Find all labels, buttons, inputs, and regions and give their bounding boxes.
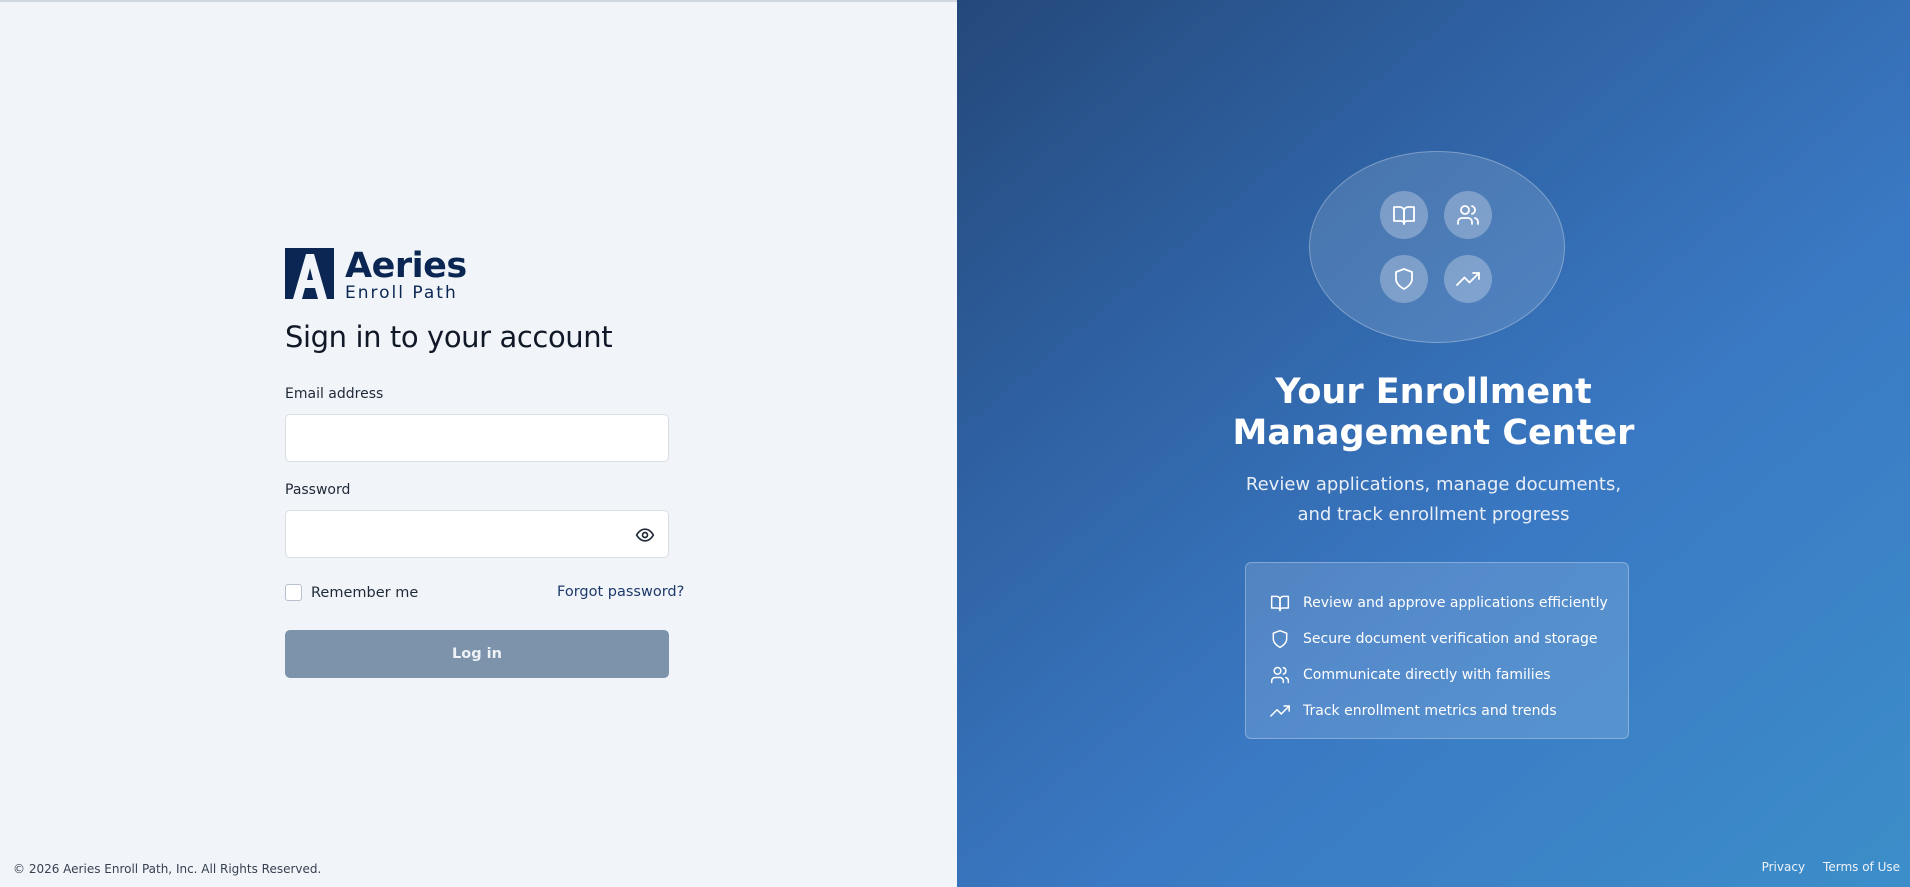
brand-name: Aeries xyxy=(345,246,467,286)
hero-title-line-1: Your Enrollment xyxy=(1275,372,1592,412)
info-panel: Your Enrollment Management Center Review… xyxy=(957,0,1910,887)
book-open-icon xyxy=(1270,595,1290,612)
forgot-password-link[interactable]: Forgot password? xyxy=(557,584,684,600)
password-input[interactable] xyxy=(285,510,669,558)
terms-of-use-link[interactable]: Terms of Use xyxy=(1823,860,1900,874)
hero-title-line-2: Management Center xyxy=(1232,413,1635,453)
aeries-logo: Aeries Enroll Path xyxy=(285,248,467,302)
users-icon xyxy=(1444,191,1492,239)
features-list: Review and approve applications efficien… xyxy=(1245,562,1629,739)
privacy-link[interactable]: Privacy xyxy=(1762,860,1805,874)
feature-item: Review and approve applications efficien… xyxy=(1270,585,1628,621)
eye-icon[interactable] xyxy=(635,525,655,545)
brand-subtitle: Enroll Path xyxy=(345,283,458,303)
feature-text: Communicate directly with families xyxy=(1303,667,1551,683)
shield-icon xyxy=(1380,255,1428,303)
feature-item: Communicate directly with families xyxy=(1270,657,1628,693)
feature-item: Track enrollment metrics and trends xyxy=(1270,693,1628,729)
login-panel: Aeries Enroll Path Sign in to your accou… xyxy=(0,0,957,887)
login-button[interactable]: Log in xyxy=(285,630,669,678)
hero-subtitle: Review applications, manage documents, a… xyxy=(1245,474,1622,525)
footer-links: Privacy Terms of Use xyxy=(1762,860,1900,874)
email-input[interactable] xyxy=(285,414,669,462)
feature-item: Secure document verification and storage xyxy=(1270,621,1628,657)
feature-text: Secure document verification and storage xyxy=(1303,631,1598,647)
trending-up-icon xyxy=(1444,255,1492,303)
feature-text: Review and approve applications efficien… xyxy=(1303,595,1608,611)
shield-icon xyxy=(1272,629,1288,649)
password-label: Password xyxy=(285,482,351,498)
users-icon xyxy=(1270,666,1290,684)
trending-up-icon xyxy=(1270,705,1290,717)
hero-title: Your Enrollment Management Center xyxy=(957,372,1910,454)
feature-icons-cluster xyxy=(1309,151,1565,343)
page-title: Sign in to your account xyxy=(285,320,613,354)
remember-me-checkbox[interactable] xyxy=(285,584,302,601)
feature-text: Track enrollment metrics and trends xyxy=(1303,703,1557,719)
book-open-icon xyxy=(1380,191,1428,239)
aeries-logo-mark xyxy=(285,248,334,299)
copyright-text: © 2026 Aeries Enroll Path, Inc. All Righ… xyxy=(13,862,322,876)
email-label: Email address xyxy=(285,386,384,402)
remember-me-label: Remember me xyxy=(311,584,419,601)
remember-me[interactable]: Remember me xyxy=(285,584,418,601)
